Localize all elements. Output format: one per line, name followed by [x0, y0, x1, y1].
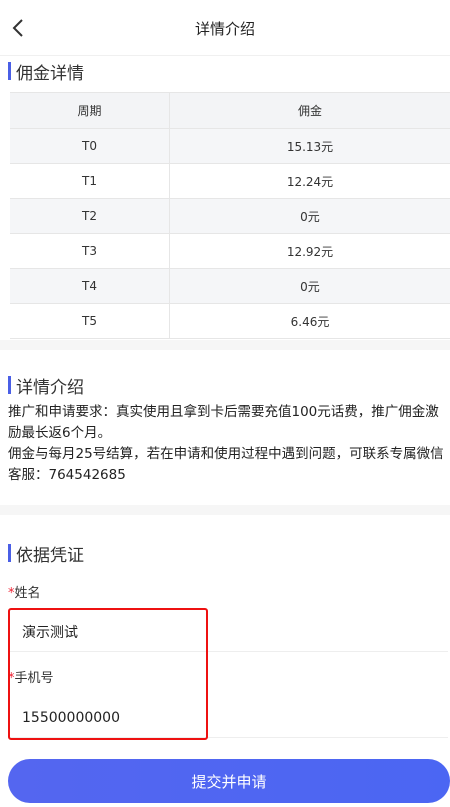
table-row: T5 6.46元: [10, 304, 450, 339]
name-input[interactable]: [8, 612, 448, 651]
header: 详情介绍: [0, 0, 450, 56]
name-label-text: 姓名: [14, 586, 41, 601]
commission-section-title: 佣金详情: [0, 56, 450, 86]
section-accent-bar: [8, 376, 11, 394]
section-divider: [0, 340, 450, 350]
commission-title-text: 佣金详情: [16, 64, 84, 84]
section-accent-bar: [8, 544, 11, 562]
phone-field[interactable]: [8, 698, 448, 738]
commission-cell: 6.46元: [290, 314, 330, 329]
commission-table: 周期 佣金 T0 15.13元 T1 12.24元 T2 0元 T3 12.92…: [10, 92, 450, 339]
details-description: 推广和申请要求：真实使用且拿到卡后需要充值100元话费，推广佣金激励最长返6个月…: [8, 402, 448, 486]
table-row: T3 12.92元: [10, 234, 450, 269]
phone-label: *手机号: [8, 667, 54, 686]
name-label: *姓名: [8, 582, 41, 601]
commission-cell: 12.92元: [286, 244, 334, 259]
period-cell: T1: [10, 164, 170, 198]
column-header-commission: 佣金: [297, 104, 322, 118]
table-row: T4 0元: [10, 269, 450, 304]
page-title: 详情介绍: [194, 20, 255, 38]
table-header-row: 周期 佣金: [10, 93, 450, 129]
section-divider: [0, 505, 450, 515]
column-header-period: 周期: [10, 93, 170, 128]
period-cell: T2: [10, 199, 170, 233]
table-row: T2 0元: [10, 199, 450, 234]
proof-section-title: 依据凭证: [0, 538, 450, 568]
name-field[interactable]: [8, 612, 448, 652]
details-section-title: 详情介绍: [0, 370, 450, 400]
period-cell: T3: [10, 234, 170, 268]
details-line-settlement: 佣金与每月25号结算，若在申请和使用过程中遇到问题，可联系专属微信客服：7645…: [8, 446, 444, 483]
commission-cell: 0元: [300, 279, 320, 294]
commission-cell: 15.13元: [286, 139, 334, 154]
section-accent-bar: [8, 62, 11, 80]
commission-cell: 12.24元: [286, 174, 334, 189]
period-cell: T0: [10, 129, 170, 163]
proof-title-text: 依据凭证: [16, 546, 84, 566]
submit-button[interactable]: 提交并申请: [8, 759, 450, 803]
phone-input[interactable]: [8, 698, 448, 737]
table-row: T1 12.24元: [10, 164, 450, 199]
details-title-text: 详情介绍: [16, 378, 84, 398]
period-cell: T5: [10, 304, 170, 338]
table-row: T0 15.13元: [10, 129, 450, 164]
period-cell: T4: [10, 269, 170, 303]
phone-label-text: 手机号: [14, 671, 54, 686]
commission-cell: 0元: [300, 209, 320, 224]
details-line-requirements: 推广和申请要求：真实使用且拿到卡后需要充值100元话费，推广佣金激励最长返6个月…: [8, 404, 439, 441]
